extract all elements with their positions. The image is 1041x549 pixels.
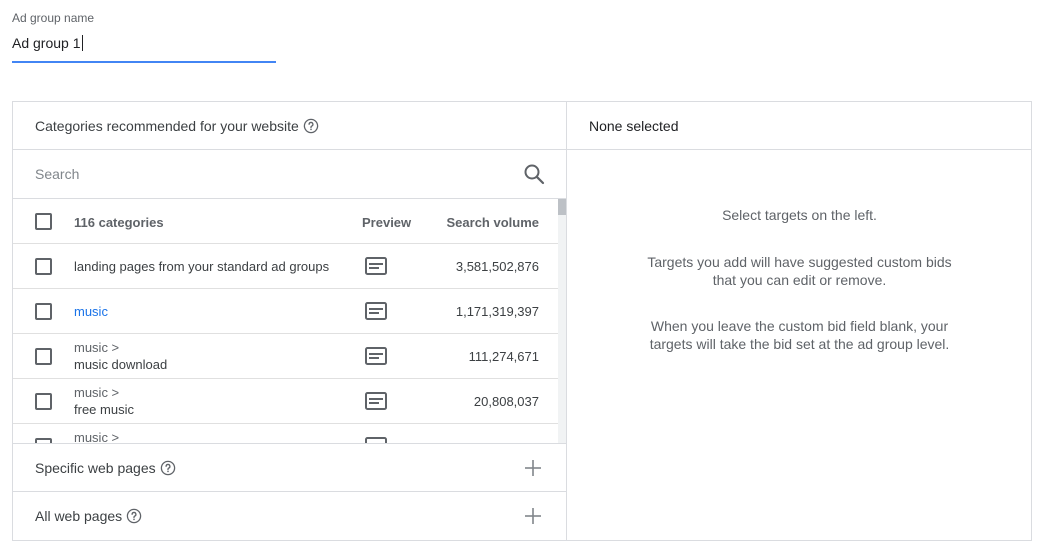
categories-table: 116 categories Preview Search volume lan… (13, 199, 566, 443)
category-name: free music (74, 402, 134, 417)
category-parent: music > (74, 385, 120, 400)
search-volume: 20,808,037 (473, 394, 539, 409)
table-scrollbar[interactable] (558, 199, 566, 443)
row-checkbox[interactable] (35, 258, 52, 275)
scrollbar-thumb[interactable] (558, 199, 566, 215)
specific-web-pages-label: Specific web pages (35, 460, 176, 479)
category-link-music[interactable]: music (74, 304, 108, 319)
category-search-input[interactable] (35, 164, 505, 184)
category-parent: music > (74, 340, 120, 355)
plus-icon[interactable] (524, 459, 542, 482)
table-header-row: 116 categories Preview Search volume (13, 199, 558, 244)
row-checkbox[interactable] (35, 348, 52, 365)
preview-icon[interactable] (365, 302, 387, 325)
preview-header: Preview (362, 215, 412, 230)
search-volume: 111,274,671 (468, 349, 539, 364)
ad-group-name-label: Ad group name (12, 11, 95, 25)
row-checkbox[interactable] (35, 393, 52, 410)
all-web-pages-section[interactable]: All web pages (13, 491, 566, 540)
categories-title-text: Categories recommended for your website (35, 118, 299, 134)
help-circle-icon[interactable] (160, 460, 176, 479)
selected-title: None selected (589, 118, 679, 134)
category-search-row (13, 150, 566, 199)
specific-web-pages-section[interactable]: Specific web pages (13, 443, 566, 492)
search-volume: 1,171,319,397 (455, 304, 539, 319)
preview-icon[interactable] (365, 392, 387, 415)
row-checkbox[interactable] (35, 303, 52, 320)
search-volume-header[interactable]: Search volume (447, 215, 540, 230)
ad-group-name-text: Ad group 1 (12, 35, 81, 51)
plus-icon[interactable] (524, 507, 542, 530)
category-count-header: 116 categories (74, 215, 164, 230)
selected-targets-panel: None selected Select targets on the left… (566, 102, 1031, 540)
selected-header: None selected (567, 102, 1031, 150)
table-row: music > free music 20,808,037 (13, 379, 558, 424)
all-web-pages-label: All web pages (35, 508, 142, 527)
category-parent: music > (74, 430, 120, 443)
preview-icon[interactable] (365, 347, 387, 370)
hint-custom-bid: When you leave the custom bid field blan… (649, 318, 950, 352)
hint-suggested-bids: Targets you add will have suggested cust… (647, 254, 952, 288)
table-row: music > (13, 424, 558, 443)
help-circle-icon[interactable] (126, 508, 142, 527)
all-web-pages-text: All web pages (35, 508, 123, 524)
specific-web-pages-text: Specific web pages (35, 460, 156, 476)
table-row: music > music download 111,274,671 (13, 334, 558, 379)
help-circle-icon[interactable] (303, 118, 319, 137)
category-name: music download (74, 357, 168, 372)
table-row: music 1,171,319,397 (13, 289, 558, 334)
preview-icon[interactable] (365, 257, 387, 280)
search-volume: 3,581,502,876 (455, 259, 539, 274)
select-all-checkbox[interactable] (35, 213, 52, 230)
categories-panel: Categories recommended for your website … (13, 102, 566, 540)
ad-group-name-field[interactable]: Ad group 1 (12, 33, 276, 63)
table-row: landing pages from your standard ad grou… (13, 244, 558, 289)
text-caret (81, 35, 83, 51)
ad-group-name-value[interactable]: Ad group 1 (12, 35, 83, 51)
targeting-panel: Categories recommended for your website … (12, 101, 1032, 541)
search-icon[interactable] (523, 163, 545, 190)
hint-select-targets: Select targets on the left. (722, 207, 877, 223)
categories-title: Categories recommended for your website (35, 118, 319, 137)
categories-header: Categories recommended for your website (13, 102, 566, 150)
category-name: landing pages from your standard ad grou… (74, 259, 330, 274)
